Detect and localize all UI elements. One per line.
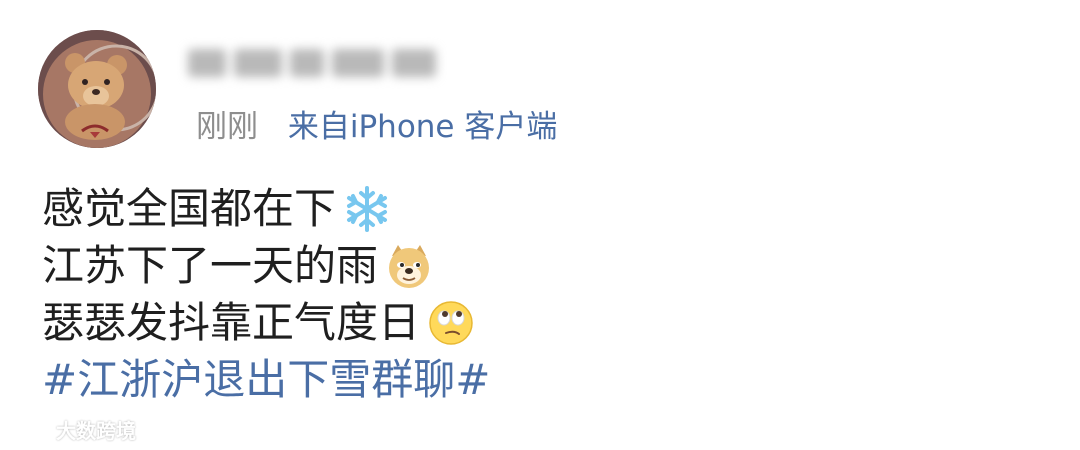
username-blurred[interactable] — [188, 42, 448, 84]
post-line: 江苏下了一天的雨 — [42, 237, 490, 294]
weibo-logo-icon — [13, 414, 50, 440]
post-source[interactable]: 来自iPhone 客户端 — [288, 109, 558, 145]
post-line-text: 感觉全国都在下 — [42, 184, 337, 233]
avatar[interactable] — [38, 30, 156, 148]
post-line: 瑟瑟发抖靠正气度日 — [42, 294, 490, 351]
post-line: 感觉全国都在下 — [42, 180, 490, 237]
teddy-bear-avatar-icon — [38, 30, 156, 148]
snowflake-emoji-icon — [342, 184, 392, 234]
doge-emoji-icon — [384, 241, 434, 291]
post-line: #江浙沪退出下雪群聊# — [42, 351, 490, 408]
post-line-text: 江苏下了一天的雨 — [42, 241, 379, 290]
post-meta: 刚刚 来自iPhone 客户端 — [196, 106, 557, 148]
eye-roll-emoji-icon — [426, 298, 476, 348]
post-body: 感觉全国都在下 江苏下了一天的雨 瑟瑟发抖靠正气度日 #江浙沪退出下雪群聊# — [42, 180, 490, 408]
post-line-text: 瑟瑟发抖靠正气度日 — [42, 298, 421, 347]
post-time: 刚刚 — [196, 109, 258, 145]
watermark: 大数跨境 — [10, 414, 136, 444]
hashtag-link[interactable]: #江浙沪退出下雪群聊# — [42, 351, 490, 408]
watermark-text: 大数跨境 — [56, 418, 136, 443]
